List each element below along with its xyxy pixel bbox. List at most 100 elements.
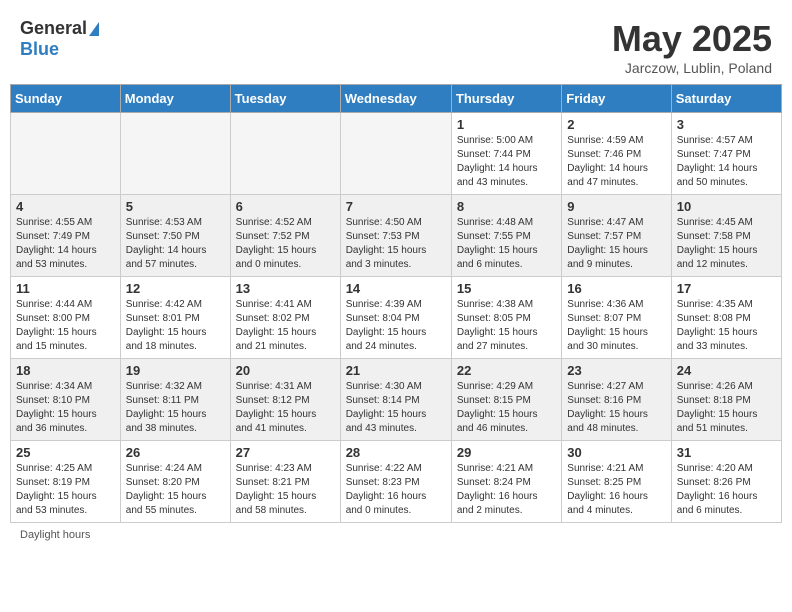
day-number: 26 bbox=[126, 445, 225, 460]
calendar-day-cell: 18 Sunrise: 4:34 AM Sunset: 8:10 PM Dayli… bbox=[11, 359, 121, 441]
calendar-day-cell: 16 Sunrise: 4:36 AM Sunset: 8:07 PM Dayli… bbox=[562, 277, 671, 359]
calendar-table: SundayMondayTuesdayWednesdayThursdayFrid… bbox=[10, 84, 782, 523]
calendar-day-cell: 22Sunrise: 4:29 AM Sunset: 8:15 PM Dayli… bbox=[451, 359, 561, 441]
day-number: 1 bbox=[457, 117, 556, 132]
calendar-day-cell: 25 Sunrise: 4:25 AM Sunset: 8:19 PM Dayli… bbox=[11, 441, 121, 523]
day-number: 17 bbox=[677, 281, 776, 296]
day-info: Sunrise: 4:26 AM Sunset: 8:18 PM Dayligh… bbox=[677, 380, 776, 436]
calendar-day-cell: 29Sunrise: 4:21 AM Sunset: 8:24 PM Dayli… bbox=[451, 441, 561, 523]
day-info: Sunrise: 4:42 AM Sunset: 8:01 PM Dayligh… bbox=[126, 298, 225, 354]
day-number: 14 bbox=[346, 281, 446, 296]
day-info: Sunrise: 4:44 AM Sunset: 8:00 PM Dayligh… bbox=[16, 298, 115, 354]
day-number: 2 bbox=[567, 117, 665, 132]
calendar-day-cell: 30Sunrise: 4:21 AM Sunset: 8:25 PM Dayli… bbox=[562, 441, 671, 523]
calendar-week-row: 25 Sunrise: 4:25 AM Sunset: 8:19 PM Dayli… bbox=[11, 441, 782, 523]
day-number: 18 bbox=[16, 363, 115, 378]
day-number: 30 bbox=[567, 445, 665, 460]
calendar-day-header: Wednesday bbox=[340, 85, 451, 113]
day-number: 4 bbox=[16, 199, 115, 214]
calendar-day-cell: 2 Sunrise: 4:59 AM Sunset: 7:46 PM Daylig… bbox=[562, 113, 671, 195]
day-number: 28 bbox=[346, 445, 446, 460]
calendar-day-cell bbox=[340, 113, 451, 195]
day-number: 15 bbox=[457, 281, 556, 296]
title-area: May 2025 Jarczow, Lublin, Poland bbox=[612, 18, 772, 76]
day-info: Sunrise: 4:41 AM Sunset: 8:02 PM Dayligh… bbox=[236, 298, 335, 354]
day-info: Sunrise: 4:25 AM Sunset: 8:19 PM Dayligh… bbox=[16, 462, 115, 518]
calendar-day-cell: 3 Sunrise: 4:57 AM Sunset: 7:47 PM Daylig… bbox=[671, 113, 781, 195]
logo-general-text: General bbox=[20, 18, 87, 39]
calendar-day-header: Thursday bbox=[451, 85, 561, 113]
day-number: 20 bbox=[236, 363, 335, 378]
calendar-day-cell: 26 Sunrise: 4:24 AM Sunset: 8:20 PM Dayli… bbox=[120, 441, 230, 523]
day-info: Sunrise: 4:48 AM Sunset: 7:55 PM Dayligh… bbox=[457, 216, 556, 272]
calendar-week-row: 18 Sunrise: 4:34 AM Sunset: 8:10 PM Dayli… bbox=[11, 359, 782, 441]
day-info: Sunrise: 4:22 AM Sunset: 8:23 PM Dayligh… bbox=[346, 462, 446, 518]
day-number: 5 bbox=[126, 199, 225, 214]
location-label: Jarczow, Lublin, Poland bbox=[612, 60, 772, 76]
day-number: 12 bbox=[126, 281, 225, 296]
day-info: Sunrise: 4:29 AM Sunset: 8:15 PM Dayligh… bbox=[457, 380, 556, 436]
calendar-day-cell: 19 Sunrise: 4:32 AM Sunset: 8:11 PM Dayli… bbox=[120, 359, 230, 441]
day-info: Sunrise: 4:30 AM Sunset: 8:14 PM Dayligh… bbox=[346, 380, 446, 436]
day-number: 27 bbox=[236, 445, 335, 460]
day-number: 25 bbox=[16, 445, 115, 460]
day-number: 19 bbox=[126, 363, 225, 378]
calendar-day-cell bbox=[11, 113, 121, 195]
day-info: Sunrise: 4:38 AM Sunset: 8:05 PM Dayligh… bbox=[457, 298, 556, 354]
day-info: Sunrise: 4:59 AM Sunset: 7:46 PM Dayligh… bbox=[567, 134, 665, 190]
calendar-day-cell: 17 Sunrise: 4:35 AM Sunset: 8:08 PM Dayli… bbox=[671, 277, 781, 359]
day-number: 10 bbox=[677, 199, 776, 214]
day-info: Sunrise: 4:47 AM Sunset: 7:57 PM Dayligh… bbox=[567, 216, 665, 272]
calendar-day-cell: 24Sunrise: 4:26 AM Sunset: 8:18 PM Dayli… bbox=[671, 359, 781, 441]
calendar-day-cell bbox=[120, 113, 230, 195]
day-number: 23 bbox=[567, 363, 665, 378]
logo-blue-text: Blue bbox=[20, 39, 59, 60]
day-number: 3 bbox=[677, 117, 776, 132]
page-header: General Blue May 2025 Jarczow, Lublin, P… bbox=[10, 10, 782, 80]
footer: Daylight hours bbox=[10, 529, 782, 541]
calendar-day-cell: 23 Sunrise: 4:27 AM Sunset: 8:16 PM Dayli… bbox=[562, 359, 671, 441]
day-info: Sunrise: 4:50 AM Sunset: 7:53 PM Dayligh… bbox=[346, 216, 446, 272]
calendar-week-row: 11Sunrise: 4:44 AM Sunset: 8:00 PM Dayli… bbox=[11, 277, 782, 359]
calendar-day-cell: 20 Sunrise: 4:31 AM Sunset: 8:12 PM Dayli… bbox=[230, 359, 340, 441]
day-number: 21 bbox=[346, 363, 446, 378]
calendar-day-cell: 31 Sunrise: 4:20 AM Sunset: 8:26 PM Dayli… bbox=[671, 441, 781, 523]
calendar-day-cell: 27 Sunrise: 4:23 AM Sunset: 8:21 PM Dayli… bbox=[230, 441, 340, 523]
month-title: May 2025 bbox=[612, 18, 772, 60]
day-info: Sunrise: 4:23 AM Sunset: 8:21 PM Dayligh… bbox=[236, 462, 335, 518]
day-info: Sunrise: 4:39 AM Sunset: 8:04 PM Dayligh… bbox=[346, 298, 446, 354]
day-info: Sunrise: 4:36 AM Sunset: 8:07 PM Dayligh… bbox=[567, 298, 665, 354]
calendar-header-row: SundayMondayTuesdayWednesdayThursdayFrid… bbox=[11, 85, 782, 113]
calendar-day-cell: 28 Sunrise: 4:22 AM Sunset: 8:23 PM Dayli… bbox=[340, 441, 451, 523]
day-info: Sunrise: 4:53 AM Sunset: 7:50 PM Dayligh… bbox=[126, 216, 225, 272]
day-info: Sunrise: 4:35 AM Sunset: 8:08 PM Dayligh… bbox=[677, 298, 776, 354]
day-number: 16 bbox=[567, 281, 665, 296]
day-number: 31 bbox=[677, 445, 776, 460]
day-info: Sunrise: 4:24 AM Sunset: 8:20 PM Dayligh… bbox=[126, 462, 225, 518]
calendar-day-header: Tuesday bbox=[230, 85, 340, 113]
day-info: Sunrise: 4:31 AM Sunset: 8:12 PM Dayligh… bbox=[236, 380, 335, 436]
day-number: 9 bbox=[567, 199, 665, 214]
day-info: Sunrise: 4:55 AM Sunset: 7:49 PM Dayligh… bbox=[16, 216, 115, 272]
day-info: Sunrise: 4:34 AM Sunset: 8:10 PM Dayligh… bbox=[16, 380, 115, 436]
calendar-day-cell: 14 Sunrise: 4:39 AM Sunset: 8:04 PM Dayli… bbox=[340, 277, 451, 359]
day-number: 13 bbox=[236, 281, 335, 296]
day-info: Sunrise: 4:45 AM Sunset: 7:58 PM Dayligh… bbox=[677, 216, 776, 272]
day-info: Sunrise: 4:27 AM Sunset: 8:16 PM Dayligh… bbox=[567, 380, 665, 436]
calendar-day-cell: 6Sunrise: 4:52 AM Sunset: 7:52 PM Daylig… bbox=[230, 195, 340, 277]
calendar-day-header: Monday bbox=[120, 85, 230, 113]
day-info: Sunrise: 4:57 AM Sunset: 7:47 PM Dayligh… bbox=[677, 134, 776, 190]
logo: General Blue bbox=[20, 18, 99, 60]
calendar-day-header: Friday bbox=[562, 85, 671, 113]
day-number: 7 bbox=[346, 199, 446, 214]
calendar-day-header: Sunday bbox=[11, 85, 121, 113]
day-number: 8 bbox=[457, 199, 556, 214]
calendar-day-cell: 12 Sunrise: 4:42 AM Sunset: 8:01 PM Dayli… bbox=[120, 277, 230, 359]
calendar-day-cell: 21 Sunrise: 4:30 AM Sunset: 8:14 PM Dayli… bbox=[340, 359, 451, 441]
day-info: Sunrise: 4:20 AM Sunset: 8:26 PM Dayligh… bbox=[677, 462, 776, 518]
calendar-day-cell: 5 Sunrise: 4:53 AM Sunset: 7:50 PM Daylig… bbox=[120, 195, 230, 277]
daylight-hours-label: Daylight hours bbox=[20, 529, 90, 541]
calendar-week-row: 4 Sunrise: 4:55 AM Sunset: 7:49 PM Daylig… bbox=[11, 195, 782, 277]
calendar-day-cell bbox=[230, 113, 340, 195]
day-info: Sunrise: 4:32 AM Sunset: 8:11 PM Dayligh… bbox=[126, 380, 225, 436]
